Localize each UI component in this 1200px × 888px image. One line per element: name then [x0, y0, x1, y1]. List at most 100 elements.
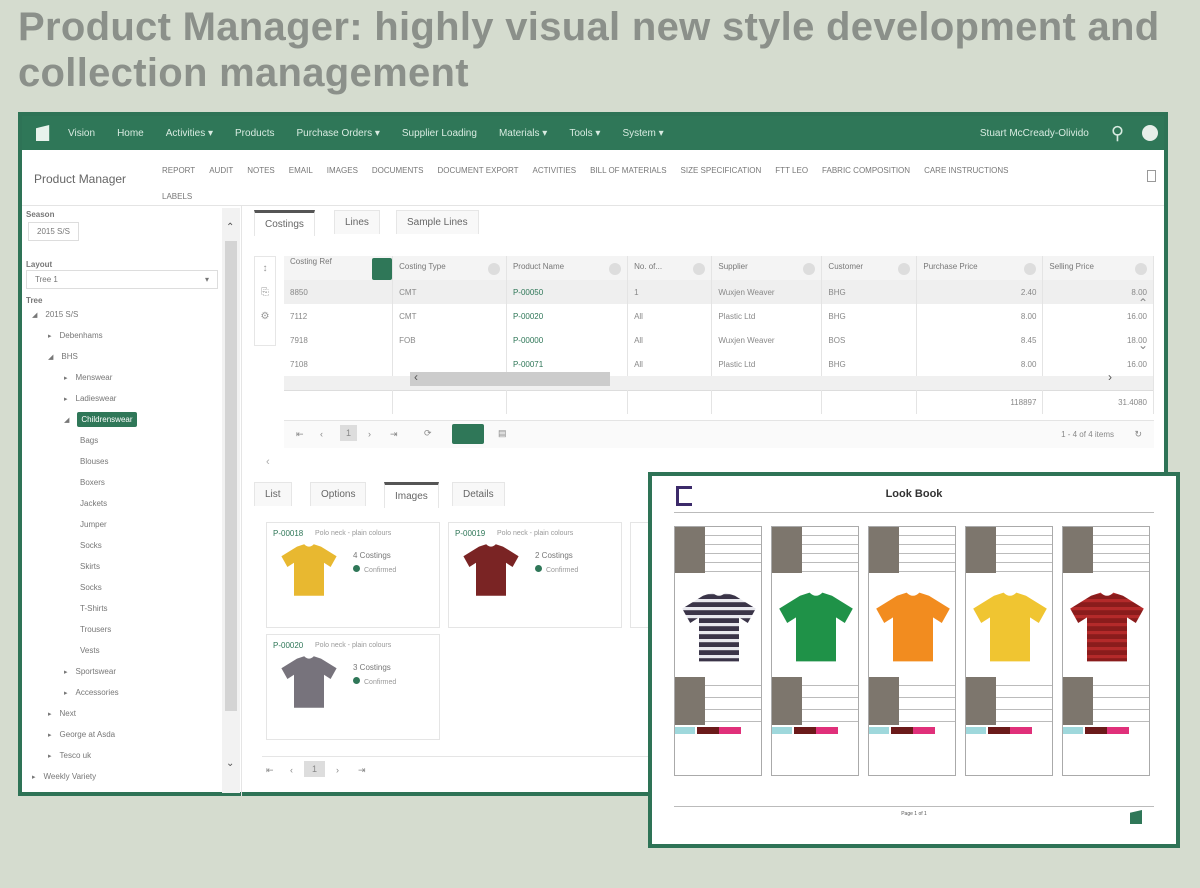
tree-node[interactable]: ▸ George at Asda: [48, 730, 115, 739]
prev-page-icon[interactable]: ‹: [320, 429, 323, 439]
column-header[interactable]: Supplier: [711, 256, 823, 280]
column-menu-icon[interactable]: [372, 257, 393, 280]
first-page-icon[interactable]: ⇤: [296, 429, 304, 440]
tree-node[interactable]: ▸ Debenhams: [48, 331, 103, 340]
tab-details[interactable]: Details: [452, 482, 505, 506]
settings-icon[interactable]: ⚙: [255, 305, 275, 329]
collapse-icon[interactable]: ◢: [48, 354, 53, 361]
table-row[interactable]: 7918 FOB P-00000 All Wuxjen Weaver BOS 8.45 18.…: [284, 328, 1154, 352]
tab-costings[interactable]: Costings: [254, 210, 315, 236]
column-header[interactable]: Purchase Price: [916, 256, 1044, 280]
tree-node[interactable]: ◢ BHS: [48, 352, 78, 361]
action-tab[interactable]: FABRIC COMPOSITION: [822, 166, 910, 175]
tab-list[interactable]: List: [254, 482, 292, 506]
nav-item-materials[interactable]: Materials ▾: [499, 128, 547, 139]
tree-node[interactable]: ▸ Accessories: [64, 688, 119, 697]
column-menu-icon[interactable]: [693, 262, 706, 275]
panel-scroll-left-icon[interactable]: ‹: [266, 456, 270, 468]
nav-item-home[interactable]: Home: [117, 128, 144, 139]
action-tab[interactable]: EMAIL: [289, 166, 313, 175]
first-page-icon[interactable]: ⇤: [266, 765, 274, 776]
action-tab[interactable]: BILL OF MATERIALS: [590, 166, 666, 175]
column-menu-icon[interactable]: [898, 262, 911, 275]
product-card[interactable]: [630, 522, 650, 628]
tree-node[interactable]: Socks: [80, 541, 102, 550]
nav-item-purchase-orders[interactable]: Purchase Orders ▾: [296, 128, 379, 139]
column-header[interactable]: Costing Type: [392, 256, 507, 280]
tree-node[interactable]: T-Shirts: [80, 604, 108, 613]
product-id[interactable]: P-00018: [273, 529, 303, 538]
column-header[interactable]: Selling Price: [1042, 256, 1154, 280]
current-page[interactable]: 1: [304, 761, 326, 777]
tree-node[interactable]: Jackets: [80, 499, 107, 508]
tree-node[interactable]: ▸ Weekly Variety: [32, 772, 96, 781]
tree-node[interactable]: Socks: [80, 583, 102, 592]
tab-sample-lines[interactable]: Sample Lines: [396, 210, 479, 234]
grid-scroll-down-icon[interactable]: ⌄: [1138, 338, 1148, 352]
tree-node[interactable]: ◢ Childrenswear: [64, 412, 137, 427]
product-card[interactable]: P-00018 Polo neck - plain colours 4 Costin…: [266, 522, 440, 628]
current-page[interactable]: 1: [340, 425, 358, 441]
expand-icon[interactable]: ▸: [64, 690, 68, 697]
user-name[interactable]: Stuart McCready-Olivido: [980, 128, 1089, 139]
view-button[interactable]: [452, 424, 484, 444]
column-menu-icon[interactable]: [609, 262, 622, 275]
action-tab[interactable]: NOTES: [247, 166, 275, 175]
next-page-icon[interactable]: ›: [336, 765, 339, 775]
expand-icon[interactable]: ▸: [48, 732, 52, 739]
expand-icon[interactable]: ▸: [48, 753, 52, 760]
column-header[interactable]: Customer: [821, 256, 918, 280]
search-icon[interactable]: ⚲: [1111, 123, 1124, 144]
column-menu-icon[interactable]: [1135, 262, 1147, 275]
export-icon[interactable]: ▤: [498, 428, 507, 439]
scroll-up-icon[interactable]: ⌃: [226, 222, 234, 233]
grid-scroll-up-icon[interactable]: ⌃: [1138, 296, 1148, 310]
layout-select[interactable]: Tree 1 ▾: [26, 270, 218, 289]
tree-node[interactable]: ▸ Sportswear: [64, 667, 116, 676]
table-row[interactable]: 8850 CMT P-00050 1 Wuxjen Weaver BHG 2.40 8.00: [284, 280, 1154, 304]
action-tab[interactable]: AUDIT: [209, 166, 233, 175]
nav-item-tools[interactable]: Tools ▾: [569, 128, 600, 139]
nav-item-activities[interactable]: Activities ▾: [166, 128, 213, 139]
tree-node[interactable]: Boxers: [80, 478, 105, 487]
horizontal-scrollbar[interactable]: [410, 372, 610, 386]
scroll-right-icon[interactable]: ›: [1108, 370, 1112, 384]
collapse-icon[interactable]: ◢: [64, 417, 69, 424]
tab-options[interactable]: Options: [310, 482, 367, 506]
action-tab[interactable]: CARE INSTRUCTIONS: [924, 166, 1008, 175]
scroll-down-icon[interactable]: ⌄: [226, 758, 234, 769]
expand-icon[interactable]: ▸: [48, 711, 52, 718]
nav-item-products[interactable]: Products: [235, 128, 274, 139]
table-row[interactable]: 7112 CMT P-00020 All Plastic Ltd BHG 8.00 16.00: [284, 304, 1154, 328]
column-menu-icon[interactable]: [1024, 262, 1037, 275]
product-card[interactable]: P-00020 Polo neck - plain colours 3 Costin…: [266, 634, 440, 740]
action-tab[interactable]: ACTIVITIES: [533, 166, 577, 175]
product-card[interactable]: P-00019 Polo neck - plain colours 2 Costin…: [448, 522, 622, 628]
expand-icon[interactable]: ▸: [48, 333, 52, 340]
expand-icon[interactable]: ▸: [64, 396, 68, 403]
copy-icon[interactable]: ⎘: [255, 281, 275, 305]
tab-lines[interactable]: Lines: [334, 210, 380, 234]
tree-node[interactable]: ▸ Ladieswear: [64, 394, 116, 403]
tree-node[interactable]: Trousers: [80, 625, 111, 634]
refresh-icon[interactable]: ⟳: [424, 428, 432, 439]
action-tab[interactable]: IMAGES: [327, 166, 358, 175]
expand-icon[interactable]: ▸: [32, 774, 36, 781]
column-header[interactable]: Costing Ref: [284, 256, 394, 280]
action-tab[interactable]: REPORT: [162, 166, 195, 175]
action-tab[interactable]: DOCUMENTS: [372, 166, 424, 175]
product-id[interactable]: P-00020: [273, 641, 303, 650]
tree-node[interactable]: Bags: [80, 436, 98, 445]
scroll-left-icon[interactable]: ‹: [414, 370, 418, 384]
tree-node[interactable]: ▸ Tesco uk: [48, 751, 91, 760]
tree-node[interactable]: Blouses: [80, 457, 108, 466]
tree-node[interactable]: ◢ 2015 S/S: [32, 310, 78, 319]
product-id[interactable]: P-00019: [455, 529, 485, 538]
season-select[interactable]: 2015 S/S: [28, 222, 79, 241]
nav-item-system[interactable]: System ▾: [622, 128, 663, 139]
print-icon[interactable]: [1147, 170, 1156, 182]
column-header[interactable]: No. of...: [627, 256, 713, 280]
column-resize-icon[interactable]: ↕: [255, 257, 275, 281]
tree-node[interactable]: Vests: [80, 646, 100, 655]
prev-page-icon[interactable]: ‹: [290, 765, 293, 775]
